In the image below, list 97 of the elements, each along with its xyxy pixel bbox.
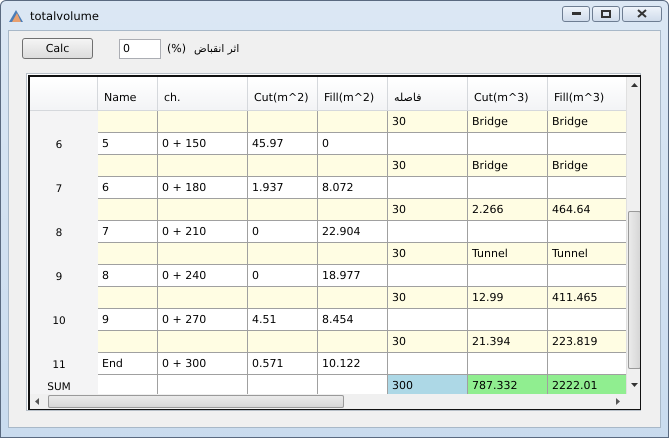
shrinkage-field[interactable]: 0 [119, 38, 161, 58]
table-cell [98, 111, 158, 133]
table-cell [318, 287, 388, 309]
minimize-button[interactable] [562, 6, 590, 22]
column-header[interactable]: Cut(m^3) [468, 77, 548, 111]
column-header[interactable]: Name [98, 77, 158, 111]
table-cell: 0 + 240 [158, 265, 248, 287]
row-header: 11 [30, 353, 98, 375]
table-cell [248, 243, 318, 265]
row-header: 7 [30, 177, 98, 199]
maximize-button[interactable] [592, 6, 620, 22]
row-header: SUM [30, 375, 98, 394]
table-cell [248, 331, 318, 353]
table-cell: 9 [98, 309, 158, 331]
table-cell: Tunnel [548, 243, 626, 265]
horizontal-scrollbar[interactable] [30, 394, 640, 409]
table-cell: 22.904 [318, 221, 388, 243]
table-cell: 0 [248, 265, 318, 287]
row-header: 10 [30, 309, 98, 331]
table-cell: 411.465 [548, 287, 626, 309]
table-cell: 8.072 [318, 177, 388, 199]
table-cell: 464.64 [548, 199, 626, 221]
table-cell: 0 + 270 [158, 309, 248, 331]
scroll-thumb[interactable] [48, 395, 344, 408]
shrinkage-label: اثر انقباض [194, 42, 240, 54]
column-header[interactable]: فاصله [388, 77, 468, 111]
table-cell: 10.122 [318, 353, 388, 375]
table-cell: 0 + 300 [158, 353, 248, 375]
column-header[interactable]: ch. [158, 77, 248, 111]
table-cell [318, 111, 388, 133]
table-cell: 787.332 [468, 375, 548, 394]
table-cell: 30 [388, 155, 468, 177]
table-cell [98, 331, 158, 353]
table-cell: Bridge [548, 155, 626, 177]
table-cell: 7 [98, 221, 158, 243]
scroll-down-icon[interactable] [631, 383, 638, 387]
table-cell: 300 [388, 375, 468, 394]
column-header[interactable]: Fill(m^2) [318, 77, 388, 111]
table-cell: 6 [98, 177, 158, 199]
table-cell: 0 + 210 [158, 221, 248, 243]
table-cell: 30 [388, 287, 468, 309]
table-cell: 8 [98, 265, 158, 287]
table-cell: 0 [248, 221, 318, 243]
table-cell: 30 [388, 111, 468, 133]
scroll-left-icon[interactable] [35, 398, 39, 405]
calc-button[interactable]: Calc [22, 38, 93, 59]
table-cell: Bridge [548, 111, 626, 133]
table-cell: 30 [388, 243, 468, 265]
table-cell: 2222.01 [548, 375, 626, 394]
table-cell [98, 243, 158, 265]
vertical-scrollbar[interactable] [626, 77, 640, 394]
close-button[interactable] [622, 6, 662, 22]
table-cell: 30 [388, 331, 468, 353]
table-cell: 0.571 [248, 353, 318, 375]
table-cell [98, 199, 158, 221]
table-cell [248, 199, 318, 221]
close-icon [637, 9, 647, 18]
table-cell [98, 287, 158, 309]
table-cell: 12.99 [468, 287, 548, 309]
table-cell: 1.937 [248, 177, 318, 199]
row-header: 9 [30, 265, 98, 287]
table-cell: 0 + 150 [158, 133, 248, 155]
maximize-icon [601, 10, 611, 18]
table-cell: Bridge [468, 155, 548, 177]
table-cell [318, 243, 388, 265]
table-cell: 8.454 [318, 309, 388, 331]
row-header: 8 [30, 221, 98, 243]
table-cell: Tunnel [468, 243, 548, 265]
row-header [30, 111, 98, 133]
table-cell: 5 [98, 133, 158, 155]
table-cell: 0 + 180 [158, 177, 248, 199]
table-cell: 21.394 [468, 331, 548, 353]
table-cell: 30 [388, 199, 468, 221]
table-cell [318, 331, 388, 353]
scroll-up-icon[interactable] [631, 83, 638, 87]
row-header: 6 [30, 133, 98, 155]
scroll-right-icon[interactable] [616, 398, 620, 405]
table-cell: 18.977 [318, 265, 388, 287]
table-cell: 2.266 [468, 199, 548, 221]
table-cell [98, 155, 158, 177]
table-cell [318, 199, 388, 221]
table-cell: 223.819 [548, 331, 626, 353]
minimize-icon [572, 12, 580, 15]
scroll-thumb[interactable] [628, 211, 640, 369]
table-cell [248, 111, 318, 133]
unit-label: (%) [167, 42, 186, 55]
table-cell: Bridge [468, 111, 548, 133]
table-cell [318, 155, 388, 177]
table-cell: 45.97 [248, 133, 318, 155]
table-cell: 0 [318, 133, 388, 155]
column-header[interactable]: Cut(m^2) [248, 77, 318, 111]
window-title: totalvolume [30, 8, 99, 22]
table-cell: End [98, 353, 158, 375]
table-cell [248, 155, 318, 177]
app-icon [8, 8, 24, 22]
table-cell: 4.51 [248, 309, 318, 331]
table-cell [248, 287, 318, 309]
